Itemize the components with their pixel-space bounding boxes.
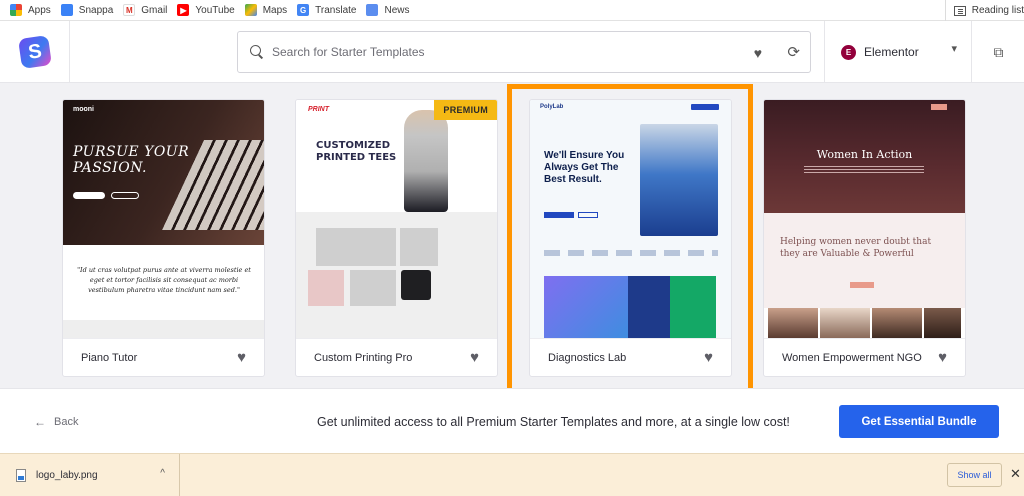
youtube-icon: ▶ — [177, 4, 190, 16]
search-input[interactable] — [272, 45, 712, 59]
search-box: ♥ ⟳ — [237, 31, 811, 73]
favorite-heart-icon[interactable]: ♥ — [938, 349, 947, 366]
chevron-up-icon[interactable]: ^ — [160, 468, 165, 479]
template-title[interactable]: Piano Tutor — [81, 352, 137, 364]
bookmark-apps[interactable]: Apps — [10, 0, 51, 21]
show-all-button[interactable]: Show all — [947, 463, 1002, 487]
bookmark-maps[interactable]: Maps — [244, 0, 288, 21]
elementor-logo-icon: E — [841, 44, 856, 60]
reading-list-icon — [953, 5, 966, 16]
back-label: Back — [54, 416, 79, 428]
preview-photo — [768, 308, 818, 338]
app-header: S ♥ ⟳ E Elementor ▾ ⧉ — [0, 21, 1024, 83]
template-preview[interactable]: Women In Action Helping women never doub… — [764, 100, 965, 338]
bookmark-label: News — [384, 4, 410, 16]
bookmark-snappa[interactable]: Snappa — [60, 0, 114, 21]
preview-mug-image — [401, 270, 431, 300]
card-footer: Custom Printing Pro ♥ — [296, 338, 497, 376]
apps-grid-icon — [10, 4, 22, 16]
card-footer: Women Empowerment NGO ♥ — [764, 338, 965, 376]
bookmark-label: Apps — [28, 4, 51, 16]
preview-photo — [872, 308, 922, 338]
chevron-down-icon: ▾ — [951, 43, 957, 55]
preview-button — [73, 192, 105, 199]
gmail-icon: M — [123, 4, 136, 16]
preview-product-tile — [308, 270, 344, 306]
download-filename: logo_laby.png — [36, 470, 98, 481]
preview-product-tile — [350, 270, 396, 306]
template-title[interactable]: Custom Printing Pro — [314, 352, 412, 364]
reading-list[interactable]: Reading list — [944, 0, 1024, 21]
template-title[interactable]: Women Empowerment NGO — [782, 352, 922, 364]
external-link-button[interactable]: ⧉ — [973, 21, 1024, 83]
starter-templates-logo[interactable]: S — [17, 35, 52, 69]
card-footer: Piano Tutor ♥ — [63, 338, 264, 376]
preview-about-section — [764, 213, 965, 308]
search-icon — [250, 45, 264, 59]
get-essential-bundle-button[interactable]: Get Essential Bundle — [839, 405, 999, 438]
close-icon[interactable]: ✕ — [1010, 466, 1021, 482]
template-card-women-empowerment-ngo[interactable]: Women In Action Helping women never doub… — [763, 99, 966, 377]
preview-headline: Women In Action — [816, 148, 913, 161]
download-item[interactable]: logo_laby.png ^ — [0, 454, 180, 496]
promo-text: Get unlimited access to all Premium Star… — [317, 415, 790, 429]
template-card-piano-tutor[interactable]: mooni PURSUE YOUR PASSION. "Id ut cras v… — [62, 99, 265, 377]
translate-icon: G — [297, 4, 310, 16]
preview-button — [111, 192, 139, 199]
external-link-icon: ⧉ — [993, 43, 1004, 60]
bookmarks-bar: Apps Snappa M Gmail ▶ YouTube Maps G Tra… — [0, 0, 1024, 21]
preview-product-tile — [400, 228, 438, 266]
news-icon — [366, 4, 379, 16]
preview-headline: CUSTOMIZED PRINTED TEES — [316, 140, 396, 164]
logo-cell: S — [0, 21, 70, 83]
bookmark-translate[interactable]: G Translate — [297, 0, 356, 21]
preview-quote: "Id ut cras volutpat purus ante at viver… — [77, 266, 251, 294]
preview-headline-line: CUSTOMIZED — [316, 140, 391, 151]
bookmark-news[interactable]: News — [366, 0, 410, 21]
preview-photo — [820, 308, 870, 338]
preview-model-image — [404, 110, 448, 212]
preview-brand: mooni — [73, 106, 94, 113]
bookmark-label: Snappa — [78, 4, 114, 16]
page-builder-select[interactable]: E Elementor ▾ — [824, 21, 972, 83]
bottom-bar: ← Back Get unlimited access to all Premi… — [0, 388, 1024, 453]
bookmark-label: Translate — [315, 4, 357, 16]
back-button[interactable]: ← Back — [34, 415, 78, 429]
reading-list-label: Reading list — [971, 5, 1024, 16]
selection-highlight — [507, 84, 753, 393]
preview-subheadline: Helping women never doubt that they are … — [780, 236, 931, 260]
template-preview[interactable]: PRINT CUSTOMIZED PRINTED TEES — [296, 100, 497, 338]
preview-subtext — [804, 166, 924, 174]
preview-headline-line: PURSUE YOUR — [73, 144, 190, 160]
arrow-left-icon: ← — [34, 415, 46, 429]
builder-label: Elementor — [864, 45, 919, 59]
preview-footer — [63, 320, 264, 338]
bookmark-label: Gmail — [141, 4, 168, 16]
bookmark-label: YouTube — [195, 4, 235, 16]
preview-headline: PURSUE YOUR PASSION. — [73, 144, 189, 176]
preview-headline-line: PASSION. — [73, 160, 147, 176]
downloads-shelf: logo_laby.png ^ Show all ✕ — [0, 453, 1024, 496]
template-preview[interactable]: mooni PURSUE YOUR PASSION. "Id ut cras v… — [63, 100, 264, 338]
preview-button — [850, 282, 874, 288]
template-card-custom-printing-pro[interactable]: PRINT CUSTOMIZED PRINTED TEES PREMIUM Cu… — [295, 99, 498, 377]
premium-badge: PREMIUM — [434, 100, 497, 120]
preview-headline-line: PRINTED TEES — [316, 152, 397, 163]
bookmark-label: Maps — [262, 4, 288, 16]
snappa-icon — [60, 4, 73, 16]
preview-subheadline-line: Helping women never doubt that — [780, 237, 932, 247]
bookmark-youtube[interactable]: ▶ YouTube — [177, 0, 235, 21]
favorite-heart-icon[interactable]: ♥ — [470, 349, 479, 366]
image-file-icon — [16, 469, 26, 482]
sync-icon[interactable]: ⟳ — [787, 43, 800, 61]
preview-nav-button — [931, 104, 947, 110]
preview-logo: PRINT — [308, 106, 329, 113]
maps-icon — [244, 4, 257, 16]
preview-subheadline-line: they are Valuable & Powerful — [780, 249, 914, 259]
preview-photo — [924, 308, 961, 338]
favorites-heart-icon[interactable]: ♥ — [754, 45, 762, 61]
preview-product-tile — [316, 228, 396, 266]
bookmark-gmail[interactable]: M Gmail — [123, 0, 167, 21]
favorite-heart-icon[interactable]: ♥ — [237, 349, 246, 366]
